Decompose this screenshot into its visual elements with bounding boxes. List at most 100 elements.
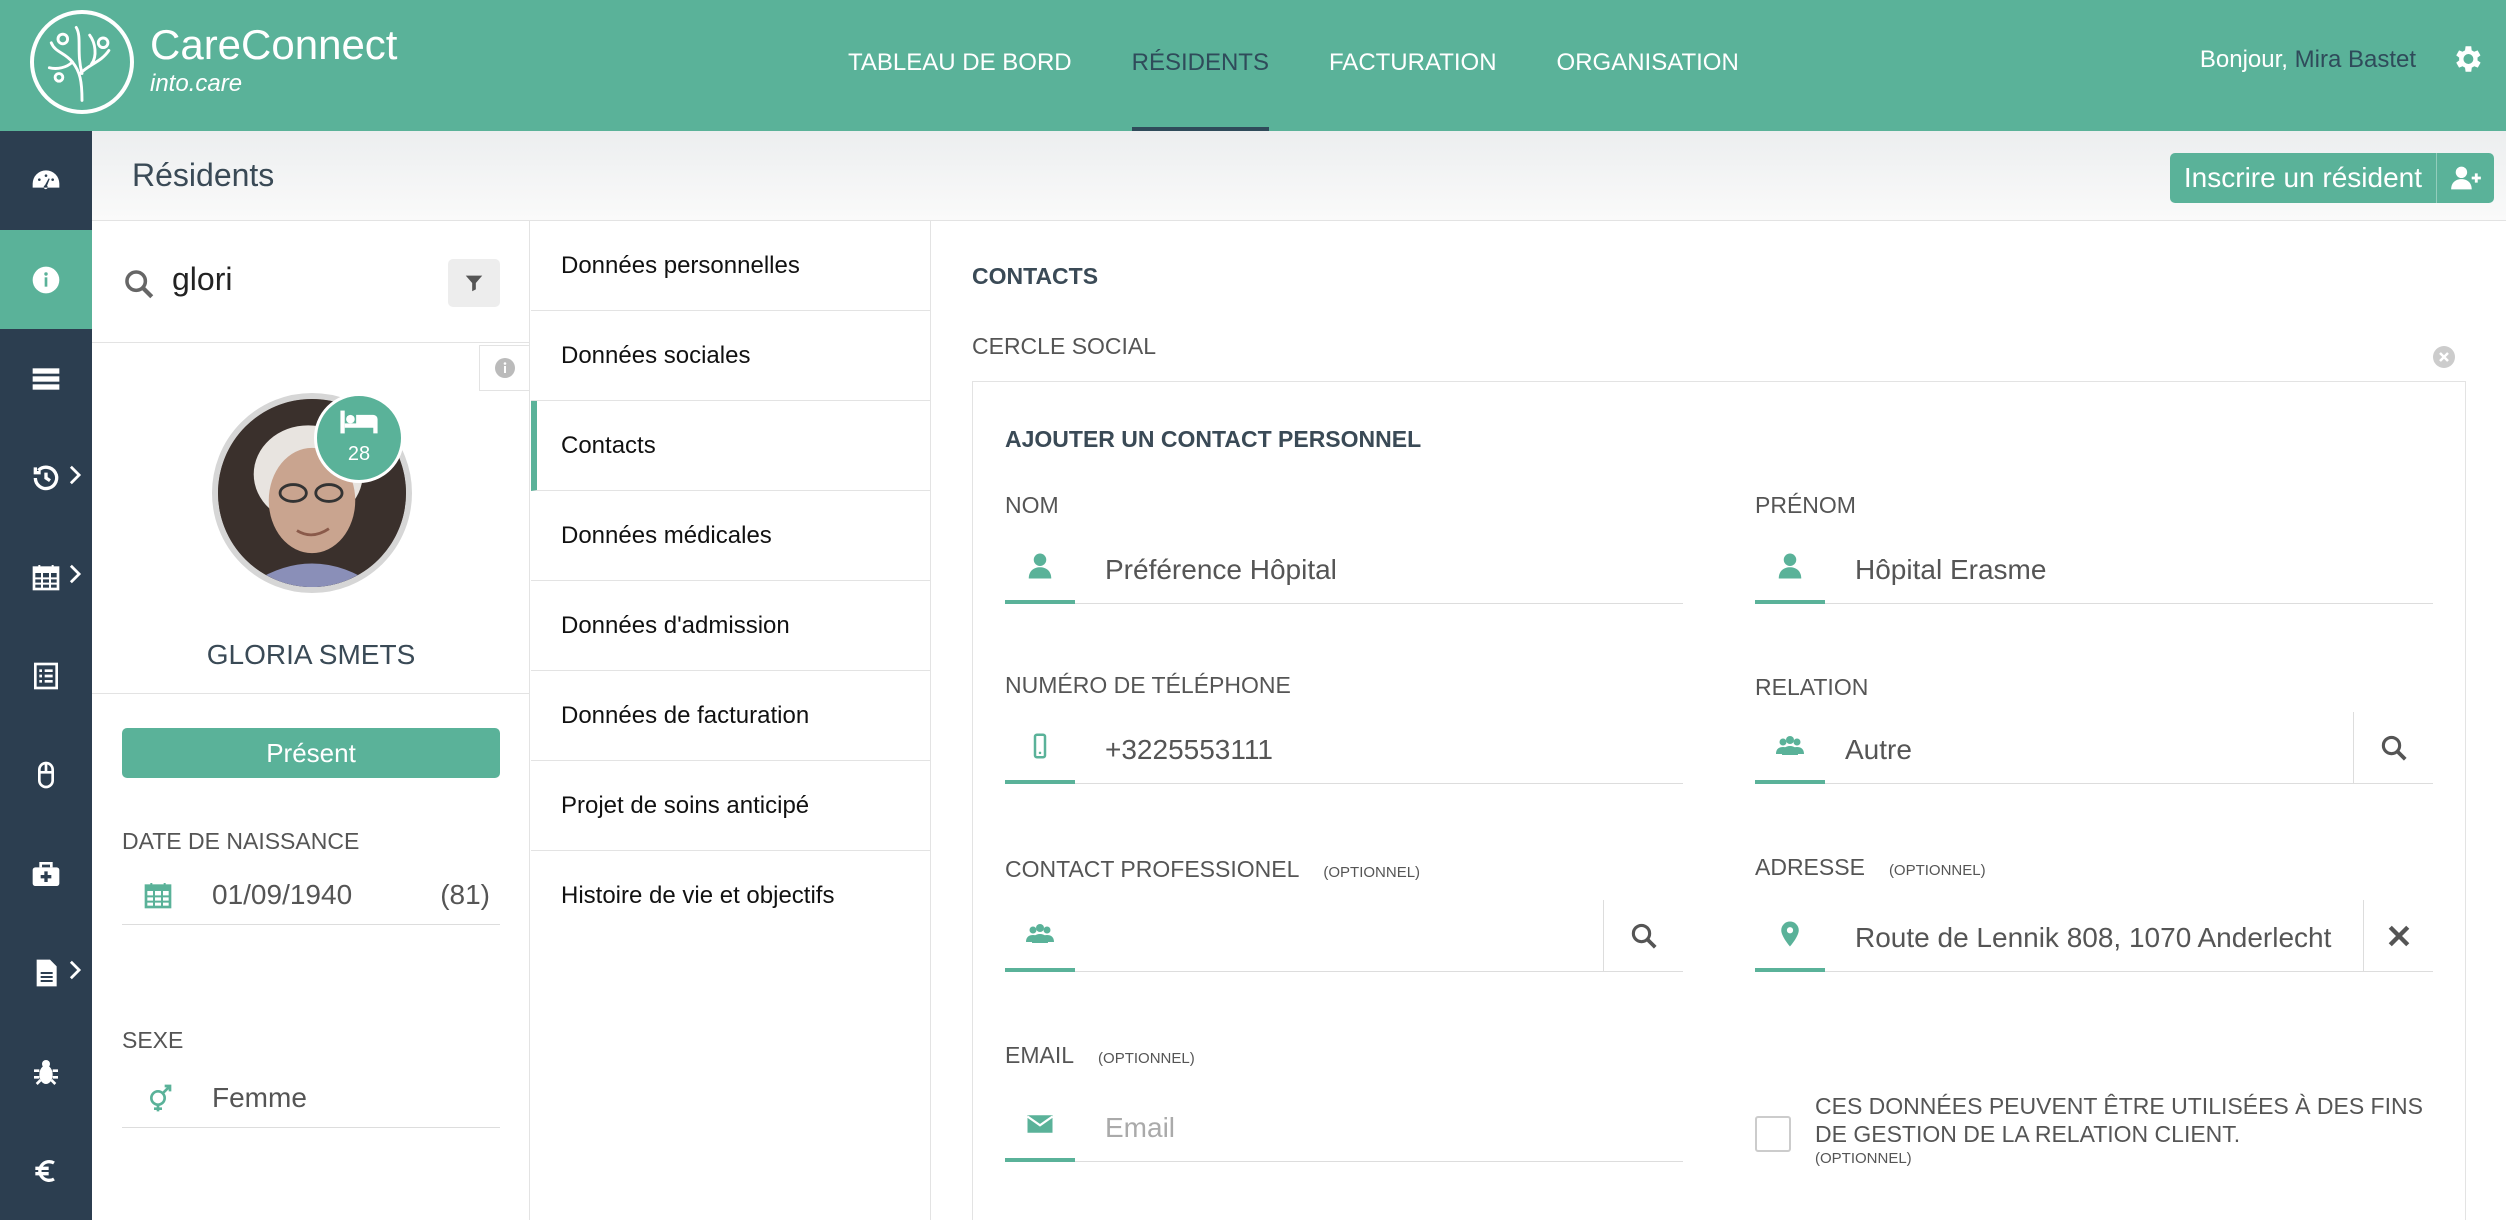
profile-info-button[interactable] bbox=[479, 345, 529, 391]
menu-social-data[interactable]: Données sociales bbox=[531, 311, 930, 401]
list-icon bbox=[32, 367, 60, 390]
resident-name: GLORIA SMETS bbox=[206, 639, 416, 670]
relation-value: Autre bbox=[1845, 734, 1912, 765]
add-contact-form: AJOUTER UN CONTACT PERSONNEL NOM Préfére… bbox=[972, 381, 2466, 1220]
clear-address-button[interactable] bbox=[2363, 900, 2433, 972]
section-title: CONTACTS bbox=[972, 263, 1099, 289]
dashboard-icon bbox=[32, 169, 60, 189]
address-label-text: ADRESSE bbox=[1755, 854, 1865, 880]
relation-search-button[interactable] bbox=[2353, 712, 2433, 784]
subsection-title: CERCLE SOCIAL bbox=[972, 333, 1157, 359]
sex-value: Femme bbox=[212, 1082, 307, 1113]
resident-section-menu: Données personnelles Données sociales Co… bbox=[531, 221, 931, 1220]
contacts-content: CONTACTS CERCLE SOCIAL AJOUTER UN CONTAC… bbox=[932, 221, 2506, 1220]
relation-field[interactable]: Autre bbox=[1755, 712, 2433, 784]
menu-billing-data[interactable]: Données de facturation bbox=[531, 671, 930, 761]
register-resident-button[interactable]: Inscrire un résident bbox=[2169, 153, 2494, 203]
chevron-right-icon bbox=[69, 960, 82, 980]
main-nav: TABLEAU DE BORD RÉSIDENTS FACTURATION OR… bbox=[848, 0, 1799, 131]
close-icon[interactable] bbox=[2432, 345, 2456, 369]
brand-subtitle: into.care bbox=[150, 70, 243, 97]
rail-history[interactable] bbox=[0, 428, 92, 527]
add-user-icon bbox=[2436, 153, 2494, 203]
rail-list[interactable] bbox=[0, 329, 92, 428]
nav-organisation[interactable]: ORGANISATION bbox=[1557, 0, 1739, 131]
birth-date-label: DATE DE NAISSANCE bbox=[122, 828, 360, 854]
search-input[interactable] bbox=[172, 261, 432, 298]
mobile-phone-icon bbox=[1005, 712, 1075, 784]
nom-value: Préférence Hôpital bbox=[1105, 554, 1337, 585]
resident-search bbox=[92, 221, 530, 343]
rail-dashboard[interactable] bbox=[0, 131, 92, 230]
menu-personal-data[interactable]: Données personnelles bbox=[531, 221, 930, 311]
divider bbox=[92, 693, 530, 694]
birth-date-value: 01/09/1940 bbox=[212, 879, 353, 910]
phone-field[interactable]: +3225553111 bbox=[1005, 712, 1683, 784]
chevron-right-icon bbox=[69, 564, 82, 584]
pro-contact-label: CONTACT PROFESSIONEL (OPTIONNEL) bbox=[1005, 856, 1420, 883]
menu-medical-data[interactable]: Données médicales bbox=[531, 491, 930, 581]
rail-calendar[interactable] bbox=[0, 527, 92, 626]
chevron-right-icon bbox=[69, 465, 82, 485]
sex-label: SEXE bbox=[122, 1027, 184, 1053]
gear-icon[interactable] bbox=[2450, 42, 2484, 76]
nav-tableau-de-bord[interactable]: TABLEAU DE BORD bbox=[848, 0, 1072, 131]
menu-admission-data[interactable]: Données d'admission bbox=[531, 581, 930, 671]
prenom-value: Hôpital Erasme bbox=[1855, 554, 2047, 585]
nav-residents[interactable]: RÉSIDENTS bbox=[1131, 0, 1269, 131]
email-label: EMAIL (OPTIONNEL) bbox=[1005, 1042, 1195, 1069]
optional-tag: (OPTIONNEL) bbox=[1323, 864, 1421, 881]
filter-button[interactable] bbox=[448, 259, 500, 307]
careconnect-logo[interactable] bbox=[30, 10, 134, 114]
optional-tag: (OPTIONNEL) bbox=[1815, 1150, 1912, 1167]
crm-consent-checkbox[interactable] bbox=[1755, 1116, 1791, 1152]
info-icon bbox=[494, 358, 515, 378]
pro-contact-label-text: CONTACT PROFESSIONEL bbox=[1005, 856, 1300, 882]
top-bar: CareConnect into.care TABLEAU DE BORD RÉ… bbox=[0, 0, 2506, 131]
pro-contact-field[interactable] bbox=[1005, 900, 1683, 972]
menu-contacts[interactable]: Contacts bbox=[531, 401, 930, 491]
bed-icon bbox=[340, 410, 378, 434]
prenom-field[interactable]: Hôpital Erasme bbox=[1755, 532, 2433, 604]
rail-document[interactable] bbox=[0, 923, 92, 1022]
relation-label: RELATION bbox=[1755, 674, 1869, 700]
rail-mouse[interactable] bbox=[0, 725, 92, 824]
pro-contact-search-button[interactable] bbox=[1603, 900, 1683, 972]
nom-field[interactable]: Préférence Hôpital bbox=[1005, 532, 1683, 604]
tree-logo-icon bbox=[47, 25, 111, 102]
gender-icon bbox=[150, 1084, 172, 1112]
checklist-icon bbox=[34, 662, 58, 689]
optional-tag: (OPTIONNEL) bbox=[1888, 862, 1986, 879]
rail-checklist[interactable] bbox=[0, 626, 92, 725]
nav-facturation[interactable]: FACTURATION bbox=[1329, 0, 1497, 131]
prenom-label: PRÉNOM bbox=[1755, 492, 1856, 518]
rail-info[interactable] bbox=[0, 230, 92, 329]
address-field[interactable]: Route de Lennik 808, 1070 Anderlecht bbox=[1755, 900, 2433, 972]
optional-tag: (OPTIONNEL) bbox=[1098, 1050, 1195, 1067]
register-resident-label: Inscrire un résident bbox=[2183, 162, 2422, 193]
phone-label: NUMÉRO DE TÉLÉPHONE bbox=[1005, 672, 1291, 698]
calendar-icon bbox=[32, 564, 60, 590]
document-icon bbox=[36, 959, 57, 986]
user-name[interactable]: Mira Bastet bbox=[2295, 46, 2416, 73]
menu-care-plan[interactable]: Projet de soins anticipé bbox=[531, 761, 930, 851]
page-title: Résidents bbox=[132, 157, 275, 193]
search-icon bbox=[2381, 735, 2407, 761]
map-marker-icon bbox=[1755, 900, 1825, 972]
search-icon bbox=[1631, 923, 1657, 949]
form-title: AJOUTER UN CONTACT PERSONNEL bbox=[1005, 426, 1422, 452]
envelope-icon bbox=[1005, 1090, 1075, 1162]
status-badge[interactable]: Présent bbox=[122, 728, 500, 778]
rail-bug[interactable] bbox=[0, 1022, 92, 1121]
rail-euro[interactable] bbox=[0, 1121, 92, 1220]
history-icon bbox=[33, 465, 59, 490]
crm-consent-label: CES DONNÉES PEUVENT ÊTRE UTILISÉES À DES… bbox=[1815, 1093, 2423, 1147]
mouse-icon bbox=[38, 761, 54, 788]
email-field[interactable]: Email bbox=[1005, 1090, 1683, 1162]
crm-consent-text: CES DONNÉES PEUVENT ÊTRE UTILISÉES À DES… bbox=[1815, 1092, 2435, 1170]
nom-label: NOM bbox=[1005, 492, 1059, 518]
rail-medkit[interactable] bbox=[0, 824, 92, 923]
info-icon bbox=[32, 266, 60, 293]
menu-life-story[interactable]: Histoire de vie et objectifs bbox=[531, 851, 930, 941]
left-rail bbox=[0, 131, 92, 1220]
